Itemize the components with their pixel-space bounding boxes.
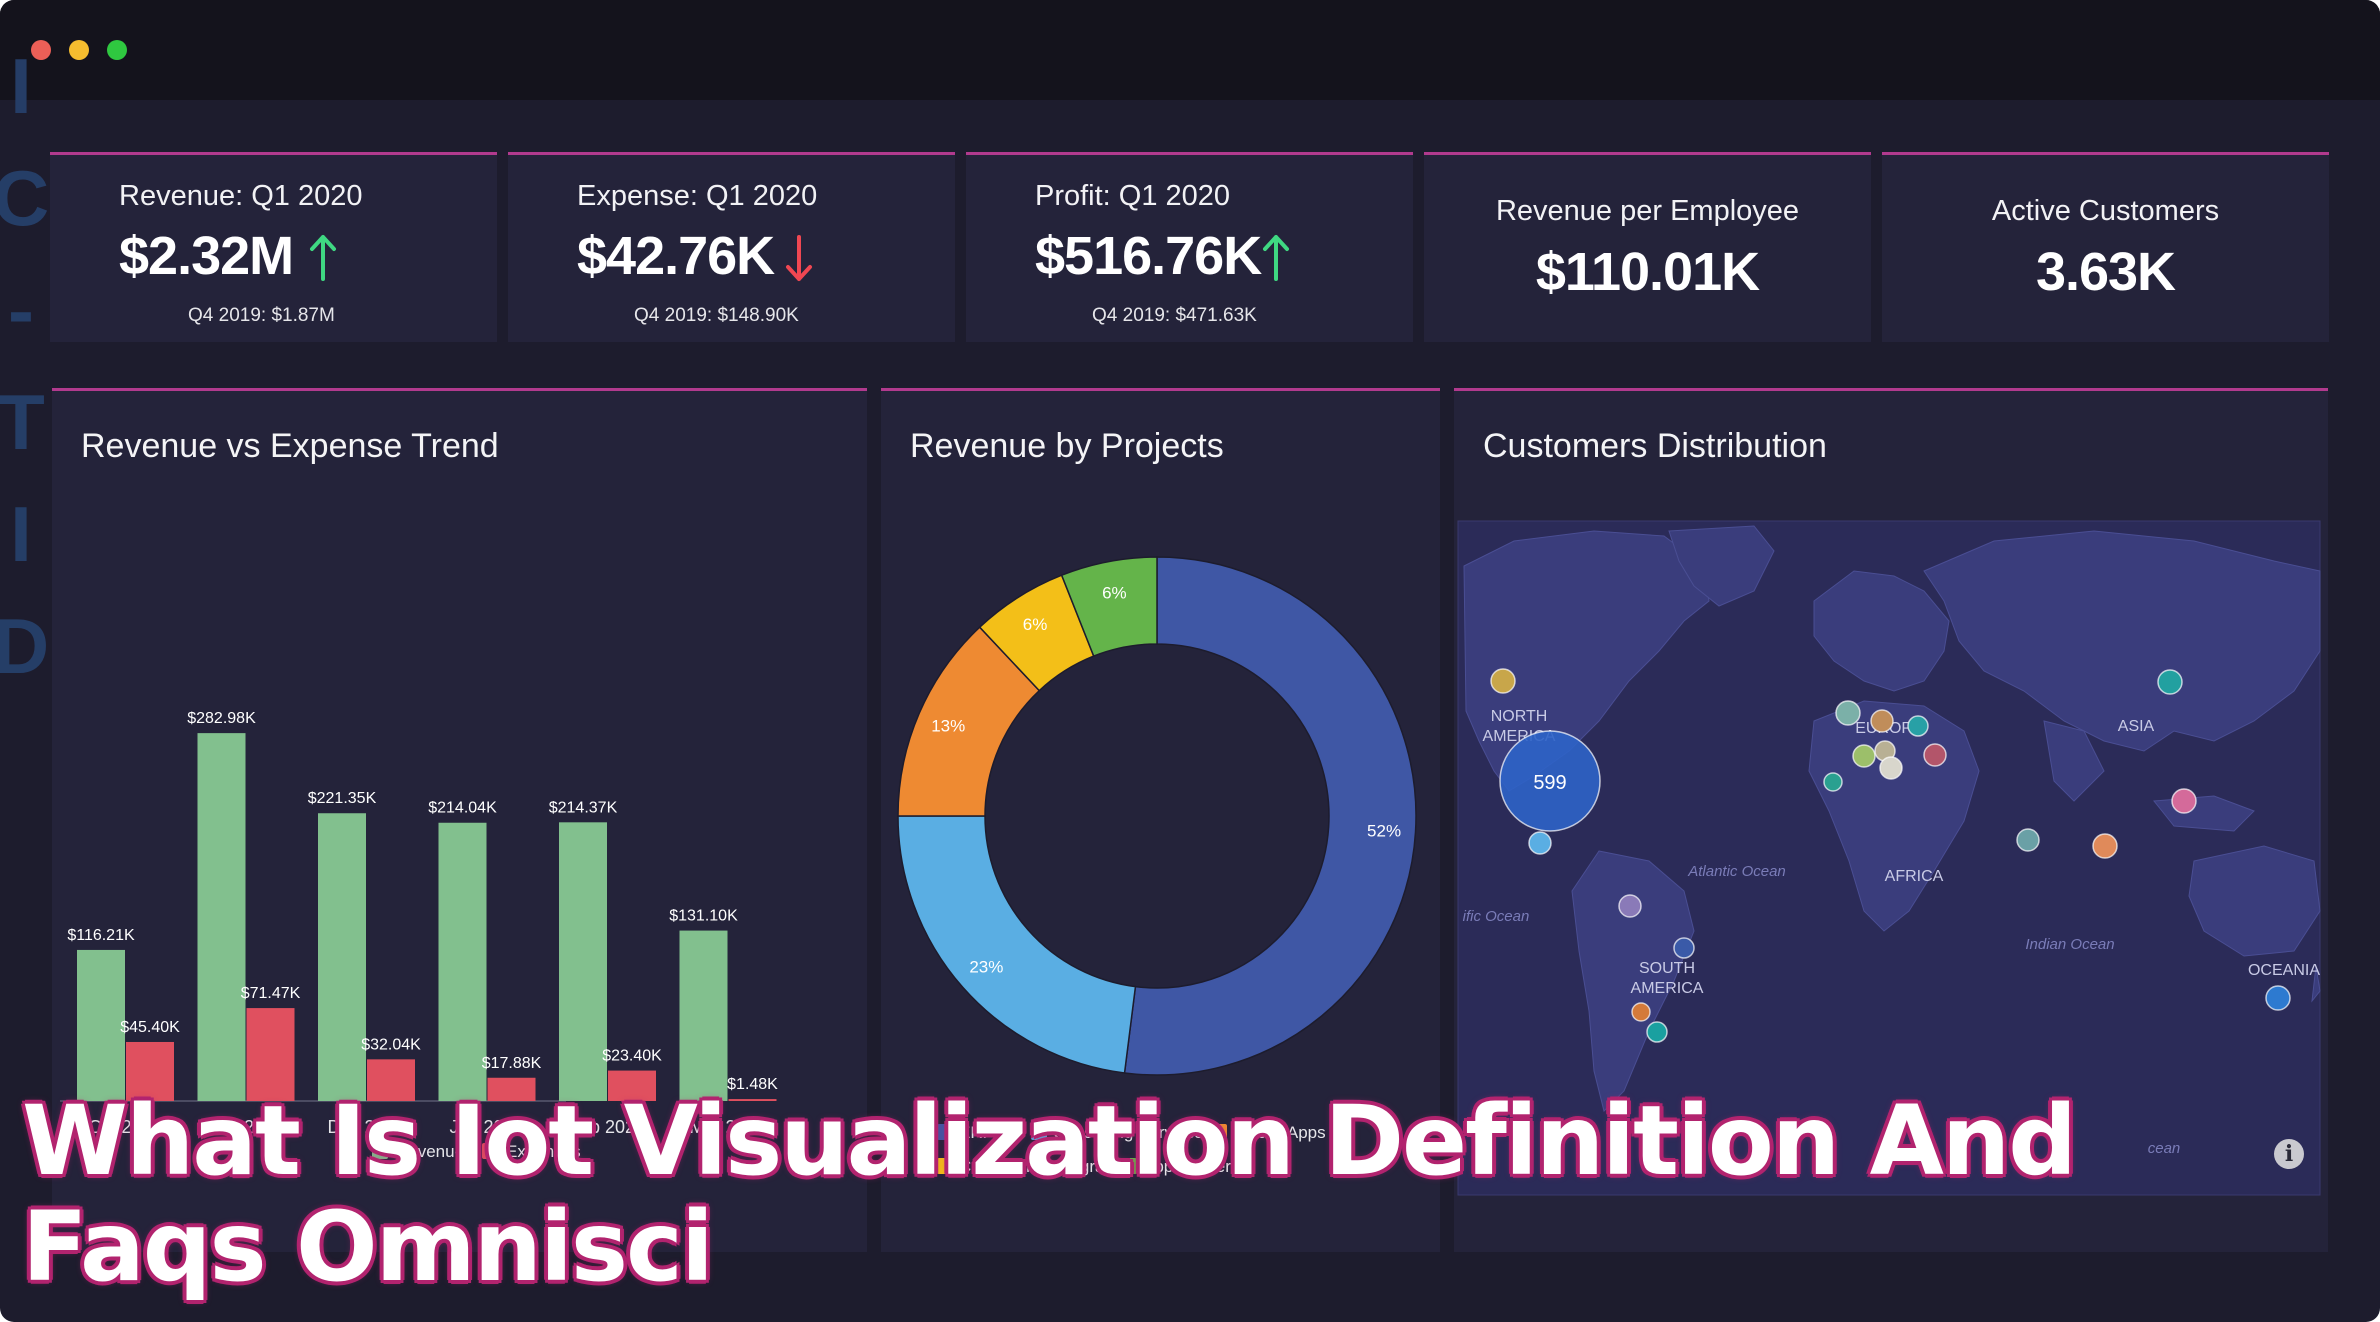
bar-data-label: $45.40K [120, 1019, 180, 1036]
kpi-previous: Q4 2019: $1.87M [188, 305, 335, 326]
map-label-africa: AFRICA [1885, 868, 1944, 885]
map-bubble [1923, 743, 1947, 767]
kpi-card-active-customers: Active Customers 3.63K [1882, 152, 2329, 342]
slice-label: 13% [931, 717, 965, 736]
kpi-title: Revenue per Employee [1495, 195, 1800, 227]
ocean-label-atlantic: Atlantic Ocean [1687, 863, 1786, 880]
bar-data-label: $214.37K [549, 799, 618, 816]
kpi-previous: Q4 2019: $148.90K [634, 305, 799, 326]
bar-data-label: $116.21K [67, 927, 135, 944]
kpi-title: Profit: Q1 2020 [1035, 180, 1231, 212]
bar-data-label: $23.40K [602, 1048, 662, 1065]
donut-slice[interactable] [1123, 556, 1417, 1076]
kpi-card-profit: Profit: Q1 2020 $516.76K Q4 2019: $471.6… [966, 152, 1413, 342]
map-bubble [2016, 828, 2040, 852]
bar-data-label: $17.88K [482, 1055, 542, 1072]
arrow-down-icon [786, 235, 812, 281]
app-window: IC-TID Revenue: Q1 2020 $2.32M Q4 2019: … [0, 0, 2380, 1322]
kpi-title: Revenue: Q1 2020 [119, 180, 363, 212]
map-bubble [1879, 756, 1903, 780]
bar-data-label: $282.98K [187, 710, 256, 727]
kpi-card-revenue-per-employee: Revenue per Employee $110.01K [1424, 152, 1871, 342]
map-bubble [1870, 709, 1894, 733]
map-bubble [1835, 700, 1861, 726]
map-bubble [1852, 744, 1876, 768]
bar-data-label: $32.04K [361, 1036, 421, 1053]
kpi-value: $42.76K [577, 226, 775, 286]
bar-data-label: $214.04K [428, 800, 497, 817]
bar-data-label: $131.10K [669, 908, 738, 925]
maximize-window-button[interactable] [107, 40, 127, 60]
ocean-label-pacific: ific Ocean [1463, 908, 1530, 925]
slice-label: 23% [969, 957, 1003, 976]
map-bubble [2157, 669, 2183, 695]
kpi-title: Active Customers [1991, 195, 2220, 227]
kpi-value: $110.01K [1535, 242, 1760, 302]
map-bubble-value: 599 [1533, 772, 1566, 794]
map-bubble [2265, 985, 2291, 1011]
bar-data-label: $71.47K [241, 985, 301, 1002]
slice-label: 6% [1023, 615, 1048, 634]
map-bubble [2092, 833, 2118, 859]
map-bubble [1823, 772, 1843, 792]
title-bar [0, 0, 2380, 100]
overlay-caption: What Is Iot Visualization Definition And… [22, 1085, 2077, 1303]
revenue-bar[interactable] [438, 822, 487, 1101]
bar-data-label: $221.35K [308, 790, 377, 807]
kpi-card-expense: Expense: Q1 2020 $42.76K Q4 2019: $148.9… [508, 152, 955, 342]
revenue-bar[interactable] [679, 930, 728, 1101]
map-bubble [1631, 1002, 1651, 1022]
revenue-bar[interactable] [318, 813, 366, 1101]
ocean-label-indian: Indian Ocean [2025, 936, 2114, 953]
kpi-value: $516.76K [1035, 226, 1262, 286]
revenue-bar[interactable] [559, 822, 607, 1101]
revenue-bar[interactable] [77, 949, 125, 1101]
map-bubble [1528, 831, 1552, 855]
kpi-value: $2.32M [119, 226, 294, 286]
donut-slice[interactable] [897, 815, 1137, 1074]
kpi-previous: Q4 2019: $471.63K [1092, 305, 1257, 326]
revenue-bar[interactable] [197, 733, 246, 1101]
kpi-card-revenue: Revenue: Q1 2020 $2.32M Q4 2019: $1.87M [50, 152, 497, 342]
map-bubble [2171, 788, 2197, 814]
map-label-oceania: OCEANIA [2248, 962, 2320, 979]
map-bubble [1907, 715, 1929, 737]
map-bubble [1646, 1021, 1668, 1043]
kpi-value: 3.63K [2035, 242, 2176, 302]
slice-label: 6% [1102, 584, 1127, 603]
map-bubble [1618, 894, 1642, 918]
map-bubble [1490, 668, 1516, 694]
slice-label: 52% [1367, 821, 1401, 840]
arrow-up-icon [310, 235, 336, 281]
kpi-title: Expense: Q1 2020 [577, 180, 818, 212]
map-label-asia: ASIA [2118, 718, 2155, 735]
map-bubble [1673, 937, 1695, 959]
arrow-up-icon [1263, 235, 1289, 281]
